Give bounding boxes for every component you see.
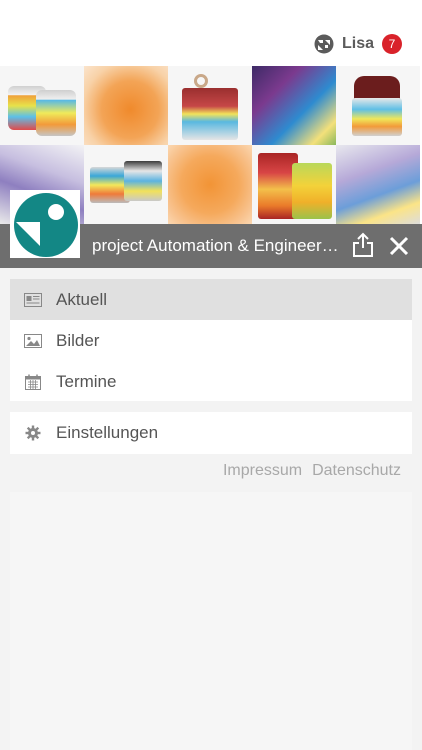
image-icon — [24, 332, 42, 350]
main-menu: Aktuell Bilder Termine — [10, 279, 412, 401]
content-area — [10, 492, 412, 750]
app-title: project Automation & Engineering — [92, 236, 340, 255]
product-photo-package — [168, 66, 252, 145]
footer-links: Impressum Datenschutz — [223, 462, 401, 484]
company-logo — [10, 190, 80, 258]
newspaper-icon — [24, 291, 42, 309]
product-photo-cans — [0, 66, 84, 145]
product-photo-bags — [252, 145, 336, 224]
share-icon[interactable] — [352, 232, 374, 258]
company-logo-icon — [14, 193, 78, 257]
blurred-photo — [336, 145, 420, 224]
blurred-photo — [252, 66, 336, 145]
blurred-photo — [168, 145, 252, 224]
calendar-icon — [24, 373, 42, 391]
menu-item-label: Aktuell — [56, 289, 108, 309]
gear-icon — [24, 424, 42, 442]
blurred-photo — [84, 66, 168, 145]
menu-item-einstellungen[interactable]: Einstellungen — [10, 412, 412, 453]
menu-item-bilder[interactable]: Bilder — [10, 320, 412, 361]
product-photo-trays — [84, 145, 168, 224]
menu-item-aktuell[interactable]: Aktuell — [10, 279, 412, 320]
user-name: Lisa — [341, 35, 374, 52]
menu-item-label: Termine — [56, 371, 117, 391]
user-menu[interactable]: Lisa 7 — [314, 32, 402, 56]
product-photo-cans-bag — [336, 66, 420, 145]
menu-item-label: Einstellungen — [56, 422, 159, 442]
close-icon[interactable] — [388, 235, 410, 257]
menu-item-termine[interactable]: Termine — [10, 361, 412, 402]
user-logo-icon — [314, 34, 334, 54]
settings-menu: Einstellungen — [10, 412, 412, 454]
impressum-link[interactable]: Impressum — [223, 462, 302, 484]
top-bar: Lisa 7 — [0, 0, 422, 66]
menu-item-label: Bilder — [56, 330, 100, 350]
notification-badge[interactable]: 7 — [382, 34, 402, 54]
datenschutz-link[interactable]: Datenschutz — [312, 462, 401, 484]
